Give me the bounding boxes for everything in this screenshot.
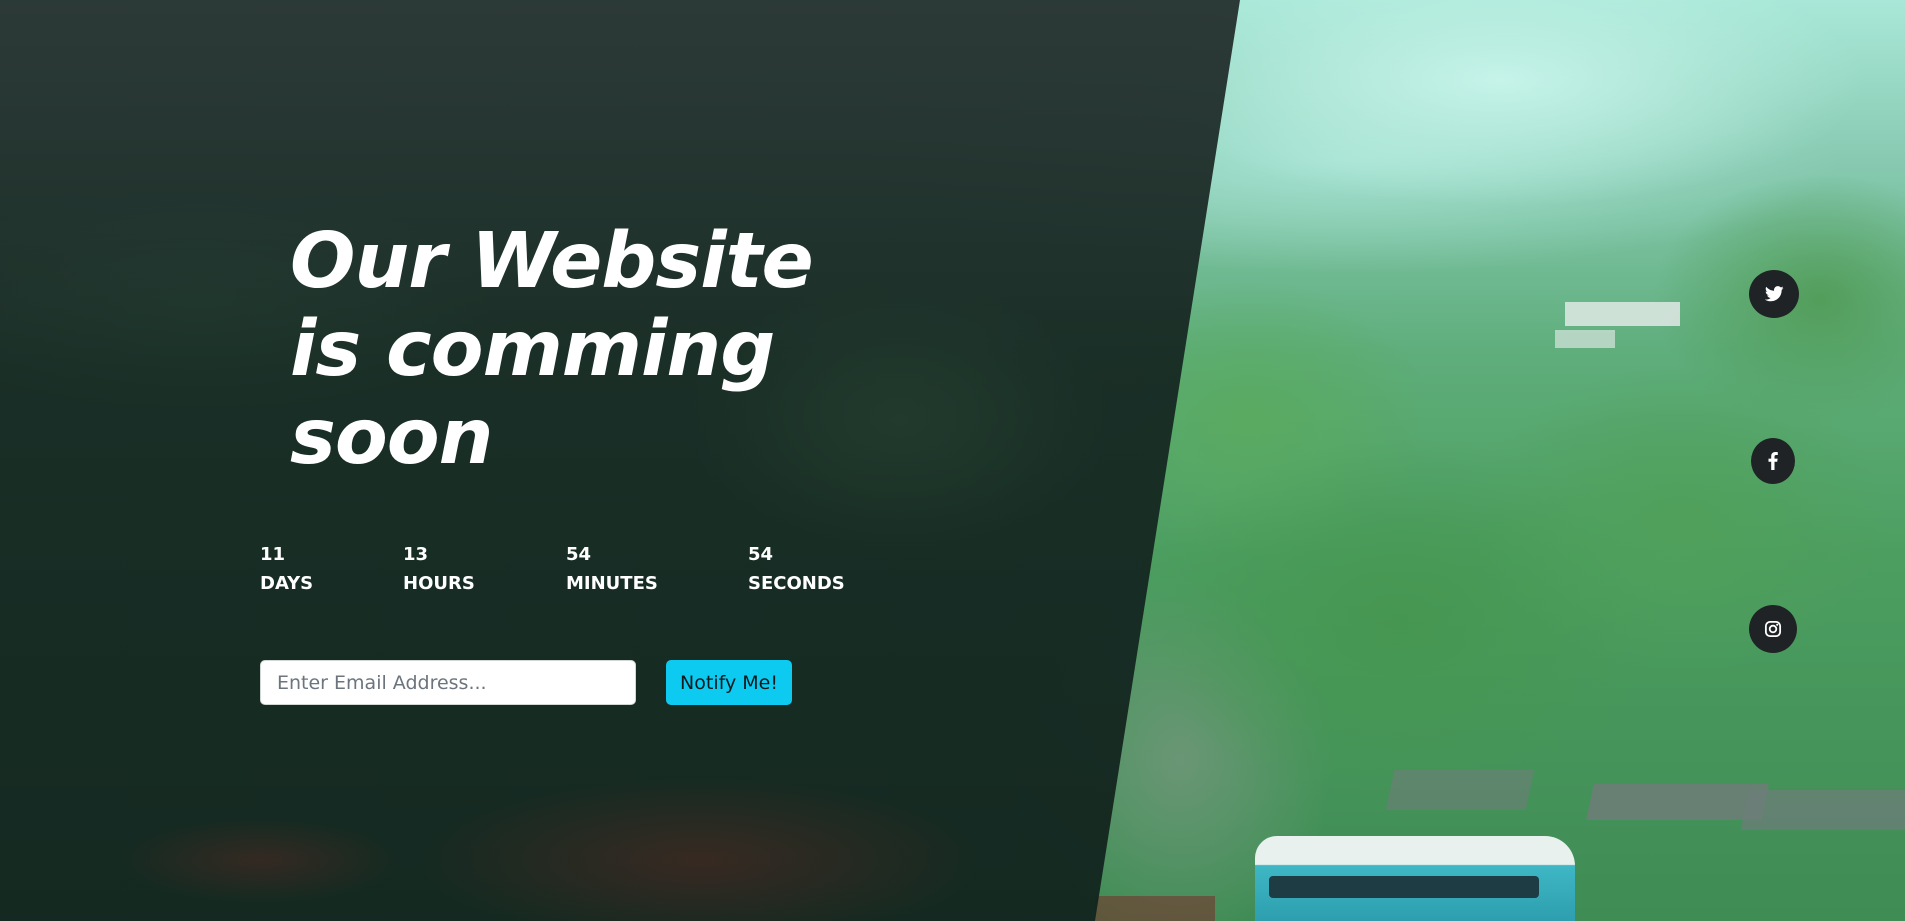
page-title: Our Website is comming soon [290,218,850,482]
twitter-link[interactable] [1749,270,1799,318]
title-line-2: is comming [290,305,775,394]
facebook-icon [1768,452,1778,470]
title-line-3: soon [290,393,493,482]
countdown-minutes-value: 54 [566,544,592,565]
facebook-link[interactable] [1751,438,1795,484]
countdown-minutes-label: MINUTES [566,573,658,594]
countdown-minutes: 54 MINUTES [566,543,658,601]
email-input[interactable] [260,660,636,705]
instagram-link[interactable] [1749,605,1797,653]
countdown-seconds: 54 SECONDS [748,543,845,601]
countdown-hours-value: 13 [403,544,429,565]
countdown-days-label: DAYS [260,573,314,594]
twitter-icon [1764,286,1784,302]
countdown-hours-label: HOURS [403,573,475,594]
instagram-icon [1764,620,1782,638]
title-line-1: Our Website [290,217,814,306]
notify-me-button[interactable]: Notify Me! [666,660,792,705]
countdown-seconds-label: SECONDS [748,573,845,594]
countdown-seconds-value: 54 [748,544,774,565]
coming-soon-page: Our Website is comming soon 11 DAYS 13 H… [0,0,1905,921]
countdown-hours: 13 HOURS [403,543,475,601]
countdown-days: 11 DAYS [260,543,313,601]
countdown-days-value: 11 [260,544,286,565]
